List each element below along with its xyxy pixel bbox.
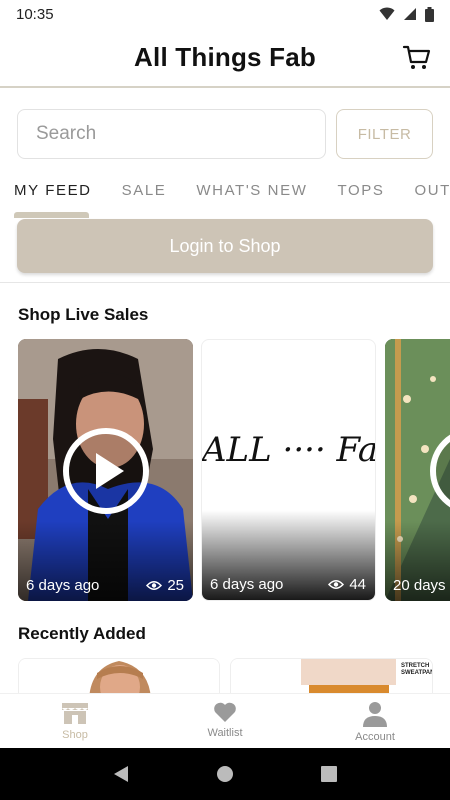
nav-waitlist-label: Waitlist (207, 727, 243, 739)
play-icon[interactable] (62, 427, 150, 515)
app-title: All Things Fab (134, 41, 316, 72)
heart-icon (214, 702, 236, 722)
card-views: 44 (328, 576, 366, 593)
tab-active-indicator (14, 212, 89, 218)
card-views: 25 (146, 577, 184, 594)
product-tag: STRETCH SWEATPANTS (401, 663, 432, 676)
eye-icon (146, 581, 163, 590)
nav-shop[interactable]: Shop (0, 694, 150, 748)
divider (0, 282, 450, 283)
app-header: All Things Fab (0, 28, 450, 88)
status-icons (379, 6, 434, 22)
search-input[interactable] (17, 109, 326, 159)
recent-product-card[interactable] (18, 658, 220, 698)
signal-icon (404, 8, 416, 20)
tab-whats-new[interactable]: WHAT'S NEW (196, 176, 307, 208)
nav-account-label: Account (355, 731, 395, 743)
nav-waitlist[interactable]: Waitlist (150, 694, 300, 748)
bottom-nav: Shop Waitlist Account (0, 693, 450, 748)
live-sale-card[interactable]: 20 days (385, 339, 450, 601)
cart-icon[interactable] (402, 42, 432, 72)
eye-icon (328, 580, 345, 589)
battery-icon (425, 6, 434, 22)
back-icon[interactable] (113, 765, 129, 783)
tab-tops[interactable]: TOPS (337, 176, 384, 208)
filter-button[interactable]: FILTER (336, 109, 433, 159)
recents-icon[interactable] (320, 766, 337, 782)
live-sale-card[interactable]: ALL ···· Fab ·it·sit 6 days ago 44 (201, 339, 376, 601)
status-bar: 10:35 (0, 0, 450, 28)
person-icon (363, 702, 387, 727)
nav-account[interactable]: Account (300, 694, 450, 748)
tab-my-feed[interactable]: MY FEED (14, 176, 92, 208)
nav-shop-label: Shop (62, 729, 88, 741)
search-row: FILTER (17, 109, 433, 159)
home-icon[interactable] (216, 765, 234, 783)
login-to-shop-button[interactable]: Login to Shop (17, 219, 433, 273)
tab-outerwear[interactable]: OUTE (414, 176, 450, 208)
card-view-count: 44 (349, 576, 366, 593)
live-sale-card[interactable]: 6 days ago 25 (18, 339, 193, 601)
live-sales-title: Shop Live Sales (18, 305, 149, 324)
recently-added-title: Recently Added (18, 624, 146, 643)
play-icon[interactable] (429, 427, 450, 515)
card-view-count: 25 (167, 577, 184, 594)
card-age: 6 days ago (210, 576, 284, 593)
wifi-icon (379, 7, 395, 20)
tab-sale[interactable]: SALE (122, 176, 167, 208)
system-nav-bar (0, 748, 450, 800)
recent-product-card[interactable]: STRETCH SWEATPANTS (230, 658, 433, 698)
card-age: 6 days ago (26, 577, 100, 594)
store-icon (62, 703, 88, 724)
category-tabs: MY FEED SALE WHAT'S NEW TOPS OUTE (0, 176, 450, 208)
card-logo-text: ALL ···· Fab ·it·sit (202, 430, 375, 470)
status-time: 10:35 (16, 5, 54, 23)
card-age: 20 days (393, 577, 446, 594)
